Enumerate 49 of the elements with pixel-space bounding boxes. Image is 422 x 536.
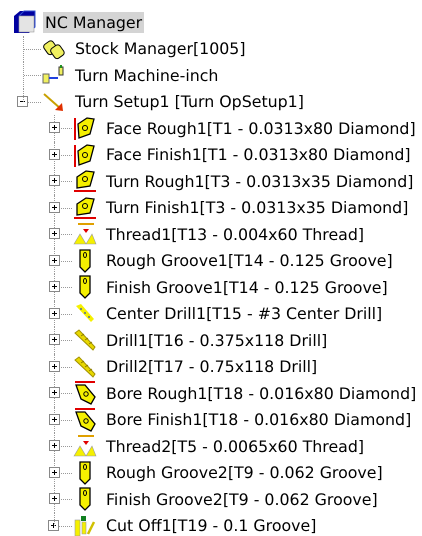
insert-icon <box>73 116 97 140</box>
tree-node-label[interactable]: Face Rough1[T1 - 0.0313x80 Diamond] <box>104 118 418 139</box>
boring-insert-icon <box>73 381 97 406</box>
expand-toggle[interactable] <box>49 281 60 292</box>
expand-toggle[interactable] <box>49 360 60 372</box>
tree-node-label[interactable]: NC Manager <box>43 12 144 33</box>
insert-icon <box>73 196 97 220</box>
expand-toggle[interactable] <box>48 520 59 531</box>
expand-toggle[interactable] <box>49 414 60 425</box>
expand-toggle[interactable] <box>49 122 60 134</box>
expand-toggle[interactable] <box>49 493 60 504</box>
tree-node-label[interactable]: Cut Off1[T19 - 0.1 Groove] <box>104 515 318 536</box>
tree-node-label[interactable]: Thread2[T5 - 0.0065x60 Thread] <box>104 436 366 457</box>
expand-toggle[interactable] <box>49 440 60 452</box>
expand-toggle[interactable] <box>49 148 60 160</box>
tree-node-label[interactable]: Thread1[T13 - 0.004x60 Thread] <box>104 224 366 245</box>
tree-node-label[interactable]: Bore Rough1[T18 - 0.016x80 Diamond] <box>104 382 418 404</box>
collapse-toggle[interactable] <box>17 96 28 107</box>
tree-node-label[interactable]: Turn Machine-inch <box>73 64 220 86</box>
expand-toggle[interactable] <box>49 387 60 398</box>
tree-node-label[interactable]: Drill2[T17 - 0.75x118 Drill] <box>104 356 320 378</box>
drill-icon <box>73 328 97 352</box>
tree-node-label[interactable]: Rough Groove1[T14 - 0.125 Groove] <box>104 250 395 272</box>
tree-node-label[interactable]: Stock Manager[1005] <box>73 38 248 60</box>
expand-toggle[interactable] <box>49 202 60 213</box>
expand-toggle[interactable] <box>49 308 60 319</box>
expand-toggle[interactable] <box>49 334 60 346</box>
tree-node-label[interactable]: Finish Groove2[T9 - 0.062 Groove] <box>104 488 380 510</box>
expand-toggle[interactable] <box>49 175 60 186</box>
insert-icon <box>73 142 97 167</box>
expand-toggle[interactable] <box>49 466 60 478</box>
thread-tool-icon <box>73 434 97 458</box>
insert-icon <box>73 169 97 194</box>
expand-toggle[interactable] <box>49 254 60 266</box>
tree-node-label[interactable]: Center Drill1[T15 - #3 Center Drill] <box>104 303 384 324</box>
tree-node-label[interactable]: Finish Groove1[T14 - 0.125 Groove] <box>104 276 390 298</box>
boring-insert-icon <box>73 408 97 432</box>
tree-node-label[interactable]: Drill1[T16 - 0.375x118 Drill] <box>104 330 330 351</box>
thread-tool-icon <box>73 222 97 246</box>
expand-toggle[interactable] <box>49 228 60 240</box>
cutoff-tool-icon <box>73 514 97 536</box>
tree-node-label[interactable]: Turn Finish1[T3 - 0.0313x35 Diamond] <box>104 197 410 218</box>
drill-icon <box>73 354 97 379</box>
tree-node-label[interactable]: Turn Rough1[T3 - 0.0313x35 Diamond] <box>104 170 416 192</box>
tree-node-label[interactable]: Rough Groove2[T9 - 0.062 Groove] <box>104 462 385 484</box>
cube-icon <box>12 10 36 34</box>
tree-node-label[interactable]: Turn Setup1 [Turn OpSetup1] <box>73 91 306 112</box>
tree-node-label[interactable]: Face Finish1[T1 - 0.0313x80 Diamond] <box>104 144 413 166</box>
tree-node-label[interactable]: Bore Finish1[T18 - 0.016x80 Diamond] <box>104 409 414 430</box>
